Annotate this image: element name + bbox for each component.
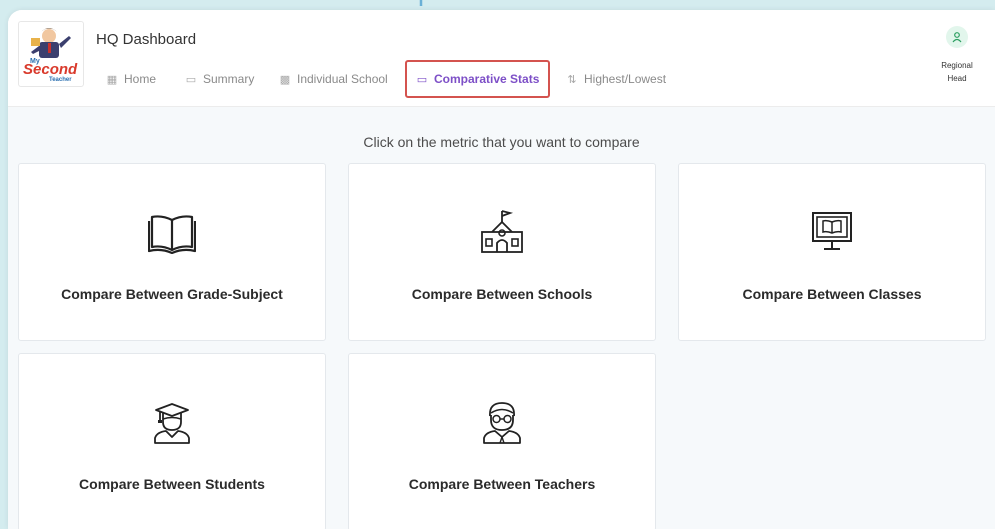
app-title: HQ Dashboard [96,31,197,48]
user-role: Regional Head [927,59,987,85]
top-header: My Second Teacher HQ Dashboard ▦ Home ▭ … [8,10,995,107]
sort-icon: ⇅ [567,73,577,86]
svg-text:Second: Second [23,61,78,78]
user-menu[interactable]: Regional Head [927,26,987,85]
nav-item-individual-school[interactable]: ▩ Individual School [279,60,388,98]
nav-label-home: Home [124,72,157,86]
dashboard-window: My Second Teacher HQ Dashboard ▦ Home ▭ … [8,10,995,529]
card-compare-teachers[interactable]: Compare Between Teachers [348,353,656,529]
nav-label-comparative-stats: Comparative Stats [434,72,540,86]
teacher-icon [483,402,521,444]
nav-label-highest-lowest: Highest/Lowest [584,72,667,86]
chat-icon: ▭ [416,73,428,86]
svg-text:Teacher: Teacher [49,77,72,83]
card-compare-schools[interactable]: Compare Between Schools [348,163,656,341]
card-title-classes: Compare Between Classes [742,286,922,302]
classroom-monitor-icon [812,212,852,250]
grid-icon: ▦ [106,73,118,86]
compare-prompt: Click on the metric that you want to com… [363,134,640,150]
user-role-line1: Regional [941,61,973,70]
card-title-students: Compare Between Students [79,476,265,492]
nav-item-home[interactable]: ▦ Home [106,60,156,98]
nav-item-comparative-stats[interactable]: ▭ Comparative Stats [405,60,551,98]
book-icon [148,215,196,254]
card-title-schools: Compare Between Schools [411,286,593,302]
user-role-line2: Head [947,74,967,83]
chart-icon: ▩ [279,73,291,86]
logo-graphic: My Second Teacher [23,28,78,83]
card-title-grade-subject: Compare Between Grade-Subject [61,286,283,302]
nav-item-highest-lowest[interactable]: ⇅ Highest/Lowest [566,60,666,98]
card-compare-students[interactable]: Compare Between Students [18,353,326,529]
card-compare-classes[interactable]: Compare Between Classes [678,163,986,341]
nav-item-summary[interactable]: ▭ Summary [185,60,255,98]
user-icon [946,26,968,48]
chat-icon: ▭ [185,73,197,86]
card-compare-grade-subject[interactable]: Compare Between Grade-Subject [18,163,326,341]
school-icon [481,210,523,253]
card-title-teachers: Compare Between Teachers [408,476,596,492]
student-icon [154,403,190,444]
nav-label-summary: Summary [203,72,255,86]
nav-label-individual-school: Individual School [297,72,388,86]
brand-logo[interactable]: My Second Teacher [18,21,84,87]
main-content: Click on the metric that you want to com… [8,107,995,529]
